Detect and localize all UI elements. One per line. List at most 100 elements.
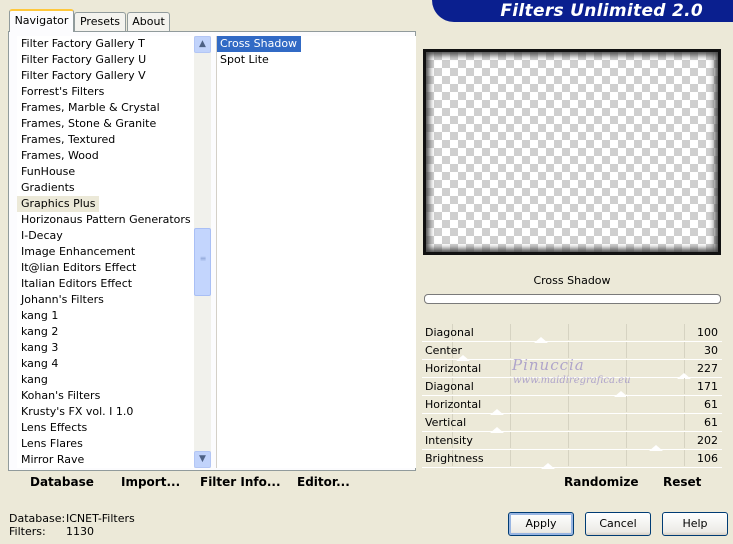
import-button[interactable]: Import... — [121, 475, 180, 489]
category-item[interactable]: Image Enhancement — [17, 244, 194, 260]
slider-tick — [684, 342, 685, 358]
category-item[interactable]: Frames, Wood — [17, 148, 194, 164]
param-label: Brightness — [425, 452, 484, 465]
database-button[interactable]: Database — [30, 475, 94, 489]
category-item[interactable]: Kohan's Filters — [17, 388, 194, 404]
category-item-label: FunHouse — [21, 165, 76, 178]
category-scrollbar[interactable]: ▲ ≡ ▼ — [194, 36, 211, 468]
app-title: Filters Unlimited 2.0 — [500, 1, 703, 21]
filter-item-label: Cross Shadow — [217, 36, 303, 53]
category-item-label: Italian Editors Effect — [21, 277, 133, 290]
category-item[interactable]: Frames, Marble & Crystal — [17, 100, 194, 116]
watermark-url: www.maidiregrafica.eu — [513, 375, 631, 386]
filter-list[interactable]: Cross Shadow Spot Lite — [216, 36, 416, 468]
slider-thumb[interactable] — [541, 463, 555, 469]
param-slider[interactable]: Brightness 106 — [422, 450, 722, 469]
param-value: 30 — [704, 344, 718, 357]
progress-bar — [424, 294, 721, 304]
editor-button[interactable]: Editor... — [297, 475, 350, 489]
category-item[interactable]: Horizonaus Pattern Generators — [17, 212, 194, 228]
param-label: Diagonal — [425, 326, 474, 339]
slider-tick — [626, 432, 627, 448]
category-item[interactable]: kang 1 — [17, 308, 194, 324]
slider-track[interactable] — [422, 467, 722, 468]
slider-tick — [684, 450, 685, 466]
slider-tick — [626, 324, 627, 340]
category-item-label: Johann's Filters — [21, 293, 104, 306]
slider-tick — [510, 396, 511, 412]
param-value: 100 — [697, 326, 718, 339]
param-slider[interactable]: Intensity 202 — [422, 432, 722, 451]
category-item[interactable]: FunHouse — [17, 164, 194, 180]
param-label: Diagonal — [425, 380, 474, 393]
category-item[interactable]: Krusty's FX vol. I 1.0 — [17, 404, 194, 420]
category-item-label: kang 2 — [21, 325, 59, 338]
slider-tick — [510, 450, 511, 466]
filters-count: 1130 — [66, 525, 94, 538]
category-item-label: Krusty's FX vol. I 1.0 — [21, 405, 134, 418]
param-label: Horizontal — [425, 362, 482, 375]
slider-tick — [568, 450, 569, 466]
filter-item-label: Spot Lite — [220, 53, 269, 66]
scrollbar-thumb[interactable]: ≡ — [194, 228, 211, 296]
category-list[interactable]: Filter Factory Gallery T Filter Factory G… — [17, 36, 194, 468]
param-value: 171 — [697, 380, 718, 393]
param-label: Vertical — [425, 416, 467, 429]
title-banner: Filters Unlimited 2.0 — [432, 0, 733, 22]
help-button[interactable]: Help — [662, 512, 728, 536]
watermark-name: Pinuccia — [512, 356, 585, 374]
category-item[interactable]: I-Decay — [17, 228, 194, 244]
category-item[interactable]: Gradients — [17, 180, 194, 196]
category-item[interactable]: Forrest's Filters — [17, 84, 194, 100]
category-item[interactable]: kang 3 — [17, 340, 194, 356]
category-item[interactable]: Mirror Rave — [17, 452, 194, 468]
param-label: Intensity — [425, 434, 473, 447]
category-item[interactable]: Johann's Filters — [17, 292, 194, 308]
param-slider[interactable]: Diagonal 100 — [422, 324, 722, 343]
category-item[interactable]: Frames, Stone & Granite — [17, 116, 194, 132]
slider-tick — [684, 378, 685, 394]
randomize-button[interactable]: Randomize — [564, 475, 638, 489]
category-item-label: Lens Effects — [21, 421, 88, 434]
category-item[interactable]: Italian Editors Effect — [17, 276, 194, 292]
tab-navigator[interactable]: Navigator — [9, 9, 74, 32]
category-item[interactable]: Filter Factory Gallery U — [17, 52, 194, 68]
slider-tick — [684, 414, 685, 430]
cancel-button[interactable]: Cancel — [585, 512, 651, 536]
category-item-label: Image Enhancement — [21, 245, 136, 258]
slider-tick — [626, 414, 627, 430]
param-label: Center — [425, 344, 463, 357]
apply-button[interactable]: Apply — [508, 512, 574, 536]
category-item[interactable]: Lens Flares — [17, 436, 194, 452]
category-item[interactable]: Filter Factory Gallery T — [17, 36, 194, 52]
chevron-down-icon[interactable]: ▼ — [194, 451, 211, 468]
category-item[interactable]: Graphics Plus — [17, 196, 194, 212]
filter-item[interactable]: Cross Shadow — [217, 36, 416, 53]
slider-tick — [626, 342, 627, 358]
category-item[interactable]: Lens Effects — [17, 420, 194, 436]
category-item[interactable]: It@lian Editors Effect — [17, 260, 194, 276]
category-item-label: Horizonaus Pattern Generators — [21, 213, 191, 226]
slider-tick — [510, 342, 511, 358]
category-item-label: Lens Flares — [21, 437, 83, 450]
category-item[interactable]: kang 4 — [17, 356, 194, 372]
reset-button[interactable]: Reset — [663, 475, 701, 489]
slider-tick — [626, 360, 627, 376]
category-item[interactable]: Filter Factory Gallery V — [17, 68, 194, 84]
tab-presets[interactable]: Presets — [74, 12, 126, 31]
filter-item[interactable]: Spot Lite — [217, 52, 416, 68]
category-item[interactable]: kang 2 — [17, 324, 194, 340]
category-item-label: Frames, Marble & Crystal — [21, 101, 160, 114]
category-item[interactable]: kang — [17, 372, 194, 388]
category-item[interactable]: Frames, Textured — [17, 132, 194, 148]
param-value: 202 — [697, 434, 718, 447]
param-slider[interactable]: Vertical 61 — [422, 414, 722, 433]
filters-label: Filters: — [9, 525, 46, 538]
filter-info-button[interactable]: Filter Info... — [200, 475, 281, 489]
slider-tick — [510, 432, 511, 448]
chevron-up-icon[interactable]: ▲ — [194, 36, 211, 53]
param-slider[interactable]: Horizontal 61 — [422, 396, 722, 415]
tab-about[interactable]: About — [127, 12, 170, 31]
category-item-label: Frames, Textured — [21, 133, 116, 146]
param-value: 227 — [697, 362, 718, 375]
